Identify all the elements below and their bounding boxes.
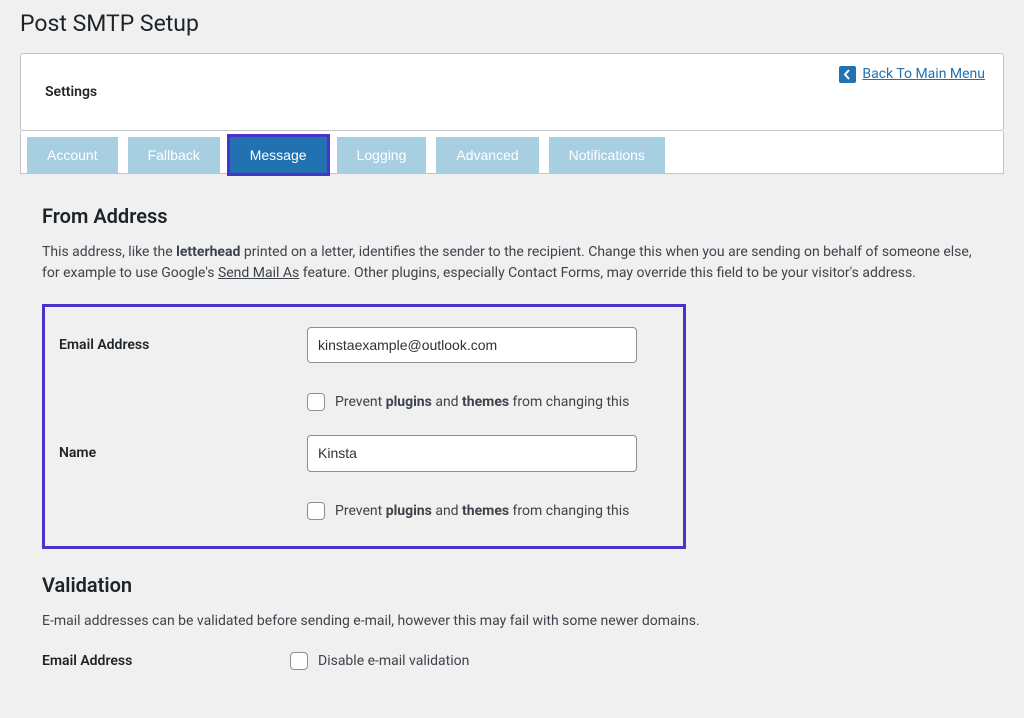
back-arrow-icon bbox=[839, 66, 856, 83]
validation-heading: Validation bbox=[42, 573, 982, 597]
prevent-text: from changing this bbox=[509, 503, 629, 519]
desc-letterhead: letterhead bbox=[176, 244, 240, 260]
prevent-text: and bbox=[432, 394, 462, 410]
disable-validation-checkbox[interactable] bbox=[290, 652, 308, 670]
content-area: From Address This address, like the lett… bbox=[20, 174, 1004, 670]
prevent-name-change-row: Prevent plugins and themes from changing… bbox=[307, 502, 669, 520]
tab-logging[interactable]: Logging bbox=[337, 137, 427, 173]
prevent-name-change-checkbox[interactable] bbox=[307, 502, 325, 520]
prevent-email-change-checkbox[interactable] bbox=[307, 393, 325, 411]
tabs-bar: Account Fallback Message Logging Advance… bbox=[20, 131, 1004, 174]
prevent-themes: themes bbox=[462, 503, 509, 519]
tab-fallback[interactable]: Fallback bbox=[128, 137, 220, 173]
page-title: Post SMTP Setup bbox=[20, 0, 1004, 43]
back-link-wrap: Back To Main Menu bbox=[839, 66, 985, 83]
prevent-plugins: plugins bbox=[386, 503, 432, 519]
prevent-email-change-label: Prevent plugins and themes from changing… bbox=[335, 394, 629, 410]
email-address-label: Email Address bbox=[59, 337, 307, 353]
from-address-heading: From Address bbox=[42, 204, 982, 228]
tab-message[interactable]: Message bbox=[230, 137, 327, 173]
disable-validation-label: Disable e-mail validation bbox=[318, 653, 469, 669]
validation-email-label: Email Address bbox=[42, 653, 290, 669]
disable-validation-wrap: Disable e-mail validation bbox=[290, 652, 469, 670]
settings-panel: Settings Back To Main Menu bbox=[20, 53, 1004, 131]
email-address-input[interactable] bbox=[307, 327, 637, 363]
email-address-row: Email Address bbox=[59, 327, 669, 363]
tab-account[interactable]: Account bbox=[27, 137, 118, 173]
name-row: Name bbox=[59, 435, 669, 471]
from-address-description: This address, like the letterhead printe… bbox=[42, 242, 982, 284]
validation-email-row: Email Address Disable e-mail validation bbox=[42, 652, 982, 670]
desc-text: feature. Other plugins, especially Conta… bbox=[299, 265, 916, 281]
back-to-main-menu-link[interactable]: Back To Main Menu bbox=[862, 66, 985, 82]
send-mail-as-link[interactable]: Send Mail As bbox=[218, 265, 299, 281]
prevent-email-change-row: Prevent plugins and themes from changing… bbox=[307, 393, 669, 411]
prevent-text: from changing this bbox=[509, 394, 629, 410]
prevent-text: Prevent bbox=[335, 394, 386, 410]
tab-notifications[interactable]: Notifications bbox=[549, 137, 665, 173]
prevent-name-change-label: Prevent plugins and themes from changing… bbox=[335, 503, 629, 519]
prevent-plugins: plugins bbox=[386, 394, 432, 410]
tab-advanced[interactable]: Advanced bbox=[436, 137, 538, 173]
settings-label: Settings bbox=[45, 84, 97, 100]
name-label: Name bbox=[59, 445, 307, 461]
prevent-text: and bbox=[432, 503, 462, 519]
prevent-text: Prevent bbox=[335, 503, 386, 519]
name-input[interactable] bbox=[307, 435, 637, 471]
desc-text: This address, like the bbox=[42, 244, 176, 260]
prevent-themes: themes bbox=[462, 394, 509, 410]
from-address-highlight-box: Email Address Prevent plugins and themes… bbox=[42, 304, 686, 549]
validation-description: E-mail addresses can be validated before… bbox=[42, 611, 982, 632]
